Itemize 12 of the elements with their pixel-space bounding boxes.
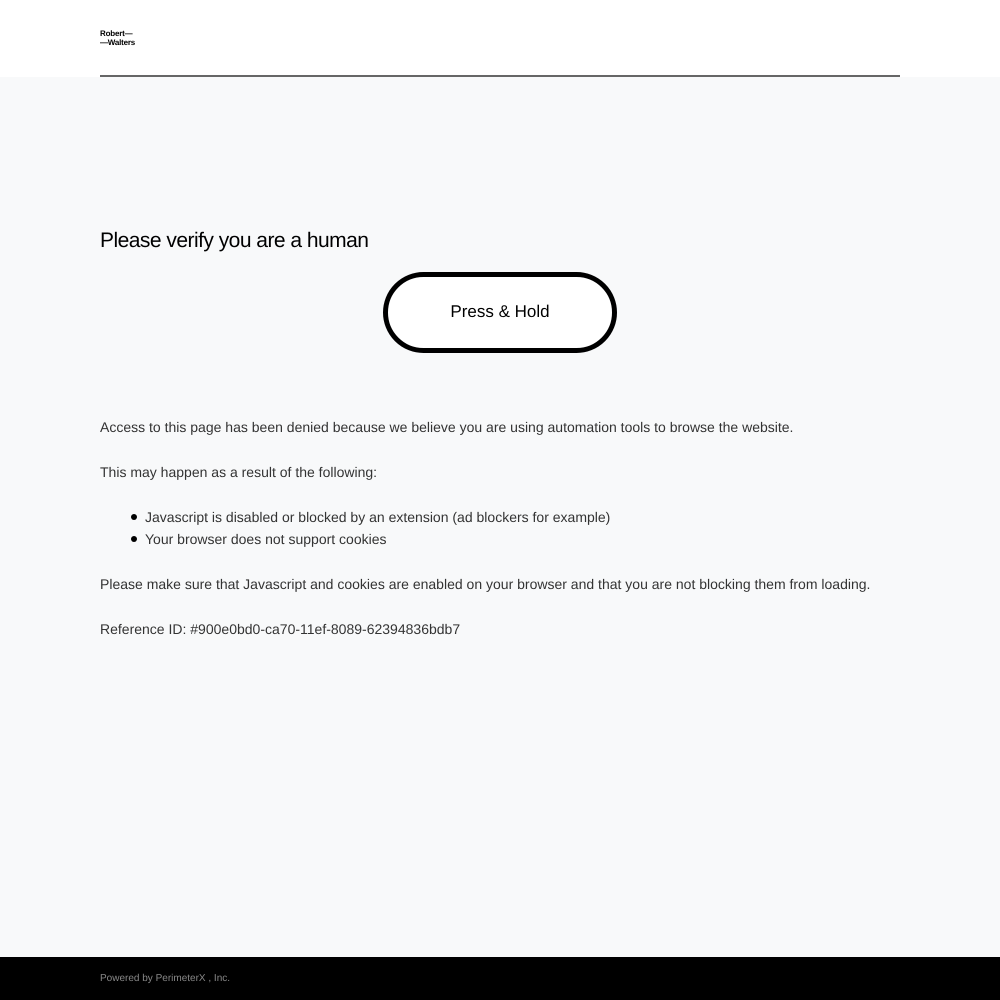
list-item: Your browser does not support cookies: [145, 530, 387, 549]
footer-text: Powered by PerimeterX , Inc.: [100, 972, 230, 986]
body-text: Access to this page has been denied because we believe you are using automation tools to browse the website.: [100, 418, 794, 437]
press-and-hold-button[interactable]: Press & Hold: [383, 272, 617, 352]
list-item: Javascript is disabled or blocked by an extension (ad blockers for example): [145, 508, 610, 527]
advice-text: Please make sure that Javascript and cookies are enabled on your browser and that you are not blocking them from loading.: [100, 574, 872, 594]
logo: Robert— —Walters: [100, 28, 136, 46]
page-heading: Please verify you are a human: [100, 228, 370, 254]
bullet-icon: [131, 536, 137, 542]
body-text: This may happen as a result of the following:: [100, 462, 378, 482]
reference-id: Reference ID: #900e0bd0-ca70-11ef-8089-62394836bdb7: [100, 620, 462, 638]
bullet-icon: [131, 514, 137, 520]
